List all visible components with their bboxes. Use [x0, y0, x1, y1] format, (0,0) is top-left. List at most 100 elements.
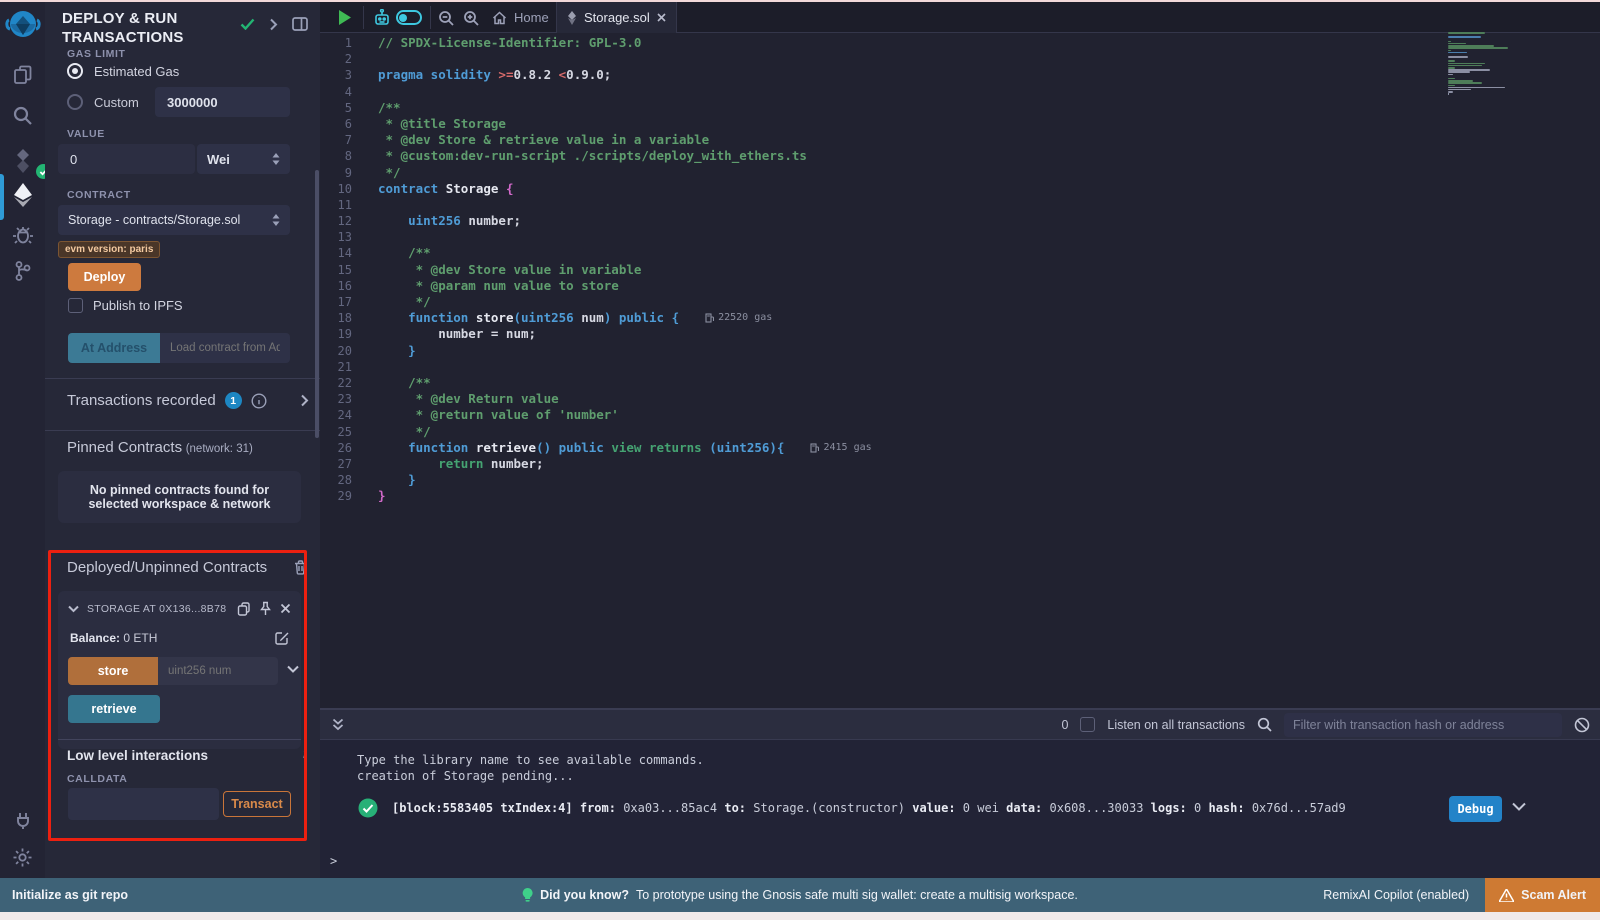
terminal-search-icon[interactable]	[1257, 717, 1272, 732]
trash-icon[interactable]	[294, 560, 307, 575]
code-line[interactable]: 6 * @title Storage	[320, 116, 872, 132]
deployed-contract-card: STORAGE AT 0X136...8B78 Balance: 0 ETH s…	[58, 591, 301, 749]
edit-balance-icon[interactable]	[275, 631, 289, 645]
collapse-contract-icon[interactable]	[68, 605, 79, 613]
ai-copilot-robot-icon[interactable]	[373, 2, 391, 33]
code-line[interactable]: 19 number = num;	[320, 326, 872, 342]
debug-button[interactable]: Debug	[1449, 796, 1502, 822]
code-line[interactable]: 1// SPDX-License-Identifier: GPL-3.0	[320, 35, 872, 51]
file-explorer-icon[interactable]	[0, 64, 45, 86]
run-script-icon[interactable]	[338, 2, 351, 33]
info-icon[interactable]	[251, 393, 267, 409]
calldata-input[interactable]	[68, 788, 219, 820]
editor-minimap[interactable]	[1448, 32, 1512, 95]
value-unit-select[interactable]: Wei	[197, 144, 290, 174]
git-init-status[interactable]: Initialize as git repo	[0, 888, 128, 902]
code-line[interactable]: 9 */	[320, 165, 872, 181]
deploy-run-icon[interactable]	[0, 182, 45, 208]
panel-scrollbar[interactable]	[315, 170, 319, 438]
pin-panel-icon[interactable]	[292, 17, 308, 31]
code-view[interactable]: 1// SPDX-License-Identifier: GPL-3.023pr…	[320, 35, 872, 504]
publish-ipfs-option[interactable]: Publish to IPFS	[68, 298, 183, 313]
transactions-recorded-row[interactable]: Transactions recorded 1	[67, 392, 309, 409]
custom-gas-radio[interactable]	[67, 94, 83, 110]
terminal-prompt[interactable]: >	[330, 854, 337, 868]
clear-terminal-icon[interactable]	[1574, 717, 1590, 733]
code-line[interactable]: 27 return number;	[320, 456, 872, 472]
code-line[interactable]: 13	[320, 229, 872, 245]
contract-select[interactable]: Storage - contracts/Storage.sol	[58, 205, 290, 235]
code-line[interactable]: 22 /**	[320, 375, 872, 391]
tab-storage-sol[interactable]: Storage.sol	[556, 2, 677, 33]
code-line[interactable]: 12 uint256 number;	[320, 213, 872, 229]
code-line[interactable]: 20 }	[320, 343, 872, 359]
expand-transactions-icon[interactable]	[300, 394, 309, 407]
store-function-button[interactable]: store	[68, 657, 158, 685]
code-line[interactable]: 3pragma solidity >=0.8.2 <0.9.0;	[320, 67, 872, 83]
code-line[interactable]: 21	[320, 359, 872, 375]
zoom-in-icon[interactable]	[463, 2, 479, 33]
listen-all-label: Listen on all transactions	[1107, 718, 1245, 732]
code-line[interactable]: 18 function store(uint256 num) public {2…	[320, 310, 872, 326]
search-icon[interactable]	[0, 105, 45, 126]
code-line[interactable]: 8 * @custom:dev-run-script ./scripts/dep…	[320, 148, 872, 164]
tx-success-icon	[358, 798, 378, 818]
code-line[interactable]: 23 * @dev Return value	[320, 391, 872, 407]
tx-result-row[interactable]: [block:5583405 txIndex:4] from: 0xa03...…	[358, 798, 1346, 818]
pin-contract-icon[interactable]	[259, 601, 272, 616]
publish-ipfs-checkbox[interactable]	[68, 298, 83, 313]
solidity-compiler-icon[interactable]	[0, 148, 45, 174]
forward-chevron-icon[interactable]	[269, 18, 278, 31]
zoom-out-icon[interactable]	[438, 2, 454, 33]
scam-alert-button[interactable]: Scam Alert	[1485, 878, 1600, 912]
code-line[interactable]: 10contract Storage {	[320, 181, 872, 197]
value-input[interactable]: 0	[58, 144, 195, 174]
code-line[interactable]: 17 */	[320, 294, 872, 310]
code-line[interactable]: 14 /**	[320, 245, 872, 261]
listen-all-checkbox[interactable]	[1080, 717, 1095, 732]
code-line[interactable]: 24 * @return value of 'number'	[320, 407, 872, 423]
icon-rail	[0, 2, 45, 878]
deploy-button[interactable]: Deploy	[68, 263, 141, 291]
custom-gas-input[interactable]	[155, 87, 290, 117]
plugin-manager-icon[interactable]	[0, 810, 45, 832]
estimated-gas-radio[interactable]	[67, 63, 83, 79]
code-line[interactable]: 7 * @dev Store & retrieve value in a var…	[320, 132, 872, 148]
tab-home[interactable]: Home	[482, 2, 559, 33]
deploy-run-panel: DEPLOY & RUN TRANSACTIONS GAS LIMIT Esti…	[45, 2, 320, 878]
expand-tx-icon[interactable]	[1512, 802, 1526, 812]
balance-value: 0 ETH	[123, 631, 157, 645]
remix-logo[interactable]	[0, 8, 45, 44]
low-level-info-icon[interactable]: i	[303, 747, 307, 763]
store-arg-input[interactable]	[158, 657, 278, 685]
terminal-filter-input[interactable]	[1284, 713, 1562, 737]
at-address-input[interactable]	[160, 333, 290, 363]
at-address-button[interactable]: At Address	[68, 333, 160, 363]
code-line[interactable]: 11	[320, 197, 872, 213]
code-line[interactable]: 2	[320, 51, 872, 67]
value-label: VALUE	[67, 128, 105, 140]
code-line[interactable]: 28 }	[320, 472, 872, 488]
expand-store-args-icon[interactable]	[287, 665, 299, 674]
settings-gear-icon[interactable]	[0, 847, 45, 868]
code-line[interactable]: 4	[320, 84, 872, 100]
code-line[interactable]: 25 */	[320, 424, 872, 440]
code-line[interactable]: 26 function retrieve() public view retur…	[320, 440, 872, 456]
collapse-terminal-icon[interactable]	[320, 718, 344, 731]
custom-gas-option[interactable]: Custom	[67, 94, 139, 110]
contract-instance-label[interactable]: STORAGE AT 0X136...8B78	[87, 603, 226, 615]
code-line[interactable]: 29}	[320, 488, 872, 504]
estimated-gas-option[interactable]: Estimated Gas	[67, 63, 179, 79]
copilot-status[interactable]: RemixAI Copilot (enabled)	[1323, 888, 1485, 902]
close-tab-icon[interactable]	[657, 13, 666, 22]
git-icon[interactable]	[0, 260, 45, 282]
debugger-icon[interactable]	[0, 224, 45, 246]
copy-address-icon[interactable]	[237, 602, 251, 616]
code-line[interactable]: 5/**	[320, 100, 872, 116]
retrieve-function-button[interactable]: retrieve	[68, 695, 160, 723]
transact-button[interactable]: Transact	[223, 791, 291, 817]
copilot-toggle[interactable]	[396, 2, 422, 33]
remove-contract-icon[interactable]	[280, 603, 291, 614]
code-line[interactable]: 15 * @dev Store value in variable	[320, 262, 872, 278]
code-line[interactable]: 16 * @param num value to store	[320, 278, 872, 294]
